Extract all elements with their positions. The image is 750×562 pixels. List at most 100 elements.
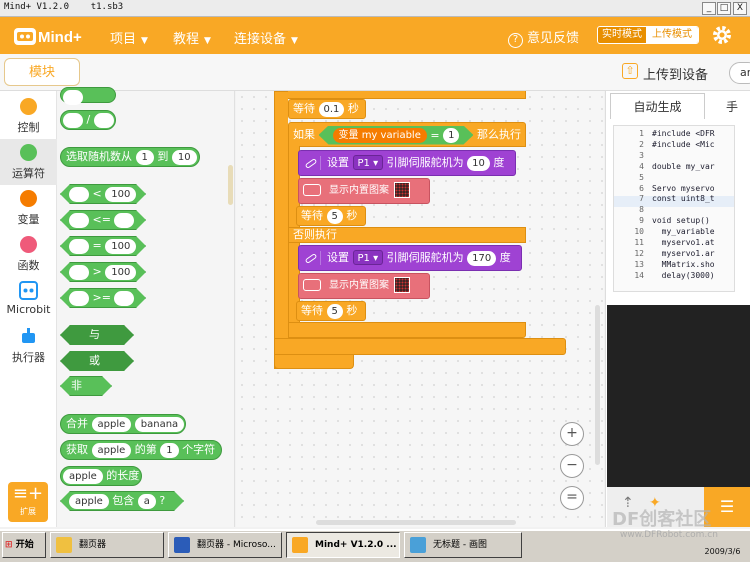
block-letter-of[interactable]: 获取 apple 的第 1 个字符 xyxy=(60,440,222,460)
tab-manual[interactable]: 手 xyxy=(726,98,738,115)
wait-input[interactable]: 0.1 xyxy=(318,101,345,117)
zoom-reset-button[interactable]: = xyxy=(560,486,584,510)
zoom-in-button[interactable]: + xyxy=(560,422,584,446)
operand-slot[interactable] xyxy=(93,112,114,128)
else-section[interactable]: 否则执行 xyxy=(288,227,526,243)
minimize-button[interactable]: _ xyxy=(702,2,716,15)
contains-string-input[interactable]: apple xyxy=(69,494,109,509)
block-multiply[interactable] xyxy=(60,87,116,105)
contains-target-input[interactable]: a xyxy=(138,494,156,509)
led-matrix-icon[interactable] xyxy=(394,277,411,293)
block-random[interactable]: 选取随机数从 1 到 10 xyxy=(60,147,200,167)
category-functions[interactable]: 函数 xyxy=(0,231,57,277)
feedback-link[interactable]: ? 意见反馈 xyxy=(508,27,579,48)
search-input[interactable]: ar xyxy=(729,62,750,84)
operand-slot[interactable] xyxy=(63,89,83,105)
block-less-than[interactable]: < 100 xyxy=(60,184,146,204)
taskbar-item[interactable]: 无标题 - 画图 xyxy=(404,532,522,558)
length-string-input[interactable]: apple xyxy=(63,468,103,484)
upload-to-device-button[interactable]: 上传到设备 xyxy=(643,64,708,83)
block-length[interactable]: apple 的长度 xyxy=(60,466,142,486)
operand-slot[interactable] xyxy=(114,291,134,306)
if-else-block-end[interactable] xyxy=(288,322,526,338)
category-variables[interactable]: 变量 xyxy=(0,185,57,231)
extension-button[interactable]: ≡+ 扩展 xyxy=(8,482,48,522)
block-and[interactable]: 与 xyxy=(60,325,134,345)
condition-value-input[interactable]: 1 xyxy=(443,128,459,143)
mode-realtime-button[interactable]: 实时模式 xyxy=(598,27,646,43)
show-image-block[interactable]: 显示内置图案 xyxy=(298,273,430,299)
forever-block-foot[interactable] xyxy=(274,355,354,369)
stage-scrollbar-horizontal[interactable] xyxy=(316,520,516,525)
servo-block[interactable]: 设置 P1 ▾ 引脚伺服舵机为 170 度 xyxy=(298,245,522,271)
menu-connect-device[interactable]: 连接设备 ▼ xyxy=(234,28,298,47)
operator-label: <= xyxy=(92,213,111,226)
start-button[interactable]: ⊞ 开始 xyxy=(2,532,46,558)
taskbar-item[interactable]: 翻页器 xyxy=(50,532,164,558)
wait-block[interactable]: 等待 5 秒 xyxy=(296,206,366,226)
menu-tutorial[interactable]: 教程 ▼ xyxy=(173,28,211,47)
forever-block-top[interactable] xyxy=(274,91,526,99)
letter-index-input[interactable]: 1 xyxy=(160,442,179,458)
servo-pin-dropdown[interactable]: P1 ▾ xyxy=(352,250,384,265)
wait-block[interactable]: 等待 0.1 秒 xyxy=(288,99,366,119)
show-image-block[interactable]: 显示内置图案 xyxy=(298,178,430,204)
block-join[interactable]: 合并 apple banana xyxy=(60,414,186,434)
category-microbit[interactable]: Microbit xyxy=(0,277,57,323)
tab-blocks[interactable]: 模块 xyxy=(4,58,80,86)
operand-slot[interactable] xyxy=(69,265,89,280)
block-contains[interactable]: apple 包含 a ? xyxy=(60,491,184,511)
block-greater-equal[interactable]: >= xyxy=(60,288,146,308)
block-divide[interactable]: / xyxy=(60,110,116,130)
category-control[interactable]: 控制 xyxy=(0,93,57,139)
forever-block-bottom[interactable] xyxy=(274,338,566,355)
close-button[interactable]: X xyxy=(733,2,747,15)
forever-block-arm[interactable] xyxy=(274,91,288,369)
if-else-block[interactable]: 如果 变量 my variable = 1 那么执行 xyxy=(288,122,526,147)
operand-input[interactable]: 100 xyxy=(105,239,136,254)
code-editor[interactable]: 1 2 3 4 5 6 7 8 9 10 11 12 13 14 #include <DFR #includ… xyxy=(613,125,735,292)
category-actuators[interactable]: 执行器 xyxy=(0,323,57,369)
menu-project[interactable]: 项目 ▼ xyxy=(110,28,148,47)
block-less-equal[interactable]: <= xyxy=(60,210,146,230)
block-equals[interactable]: = 100 xyxy=(60,236,146,256)
random-from-input[interactable]: 1 xyxy=(135,149,154,165)
servo-angle-input[interactable]: 170 xyxy=(467,250,497,266)
operand-slot[interactable] xyxy=(69,291,89,306)
operand-slot[interactable] xyxy=(114,213,134,228)
join-a-input[interactable]: apple xyxy=(91,416,132,432)
block-not[interactable]: 非 xyxy=(60,376,112,396)
category-operators[interactable]: 运算符 xyxy=(0,139,57,185)
operand-slot[interactable] xyxy=(69,239,89,254)
servo-block[interactable]: 设置 P1 ▾ 引脚伺服舵机为 10 度 xyxy=(298,150,516,176)
tab-auto-generate[interactable]: 自动生成 xyxy=(610,93,705,119)
operand-input[interactable]: 100 xyxy=(105,187,136,202)
upload-icon[interactable]: ⇧ xyxy=(622,63,638,79)
variable-reporter[interactable]: 变量 my variable xyxy=(333,128,427,143)
servo-angle-input[interactable]: 10 xyxy=(467,155,490,171)
letter-string-input[interactable]: apple xyxy=(91,442,132,458)
operand-slot[interactable] xyxy=(69,187,89,202)
mode-upload-button[interactable]: 上传模式 xyxy=(646,27,698,43)
operand-input[interactable]: 100 xyxy=(105,265,136,280)
palette-scrollbar[interactable] xyxy=(228,165,233,205)
block-greater-than[interactable]: > 100 xyxy=(60,262,146,282)
join-b-input[interactable]: banana xyxy=(134,416,185,432)
random-to-input[interactable]: 10 xyxy=(171,149,197,165)
servo-pin-dropdown[interactable]: P1 ▾ xyxy=(352,155,384,170)
serial-monitor[interactable] xyxy=(607,305,750,487)
operand-slot[interactable] xyxy=(69,213,89,228)
condition-equals-block[interactable]: 变量 my variable = 1 xyxy=(319,126,474,145)
block-or[interactable]: 或 xyxy=(60,351,134,371)
wait-input[interactable]: 5 xyxy=(326,303,343,319)
taskbar-item-active[interactable]: Mind+ V1.2.0 ... xyxy=(286,532,400,558)
stage-scrollbar-vertical[interactable] xyxy=(595,305,600,465)
zoom-out-button[interactable]: − xyxy=(560,454,584,478)
maximize-button[interactable]: □ xyxy=(717,2,731,15)
taskbar-item[interactable]: 翻页器 - Microso... xyxy=(168,532,282,558)
operand-slot[interactable] xyxy=(63,112,83,128)
led-matrix-icon[interactable] xyxy=(394,182,411,198)
gear-icon[interactable] xyxy=(711,24,733,46)
wait-input[interactable]: 5 xyxy=(326,208,343,224)
wait-block[interactable]: 等待 5 秒 xyxy=(296,301,366,321)
